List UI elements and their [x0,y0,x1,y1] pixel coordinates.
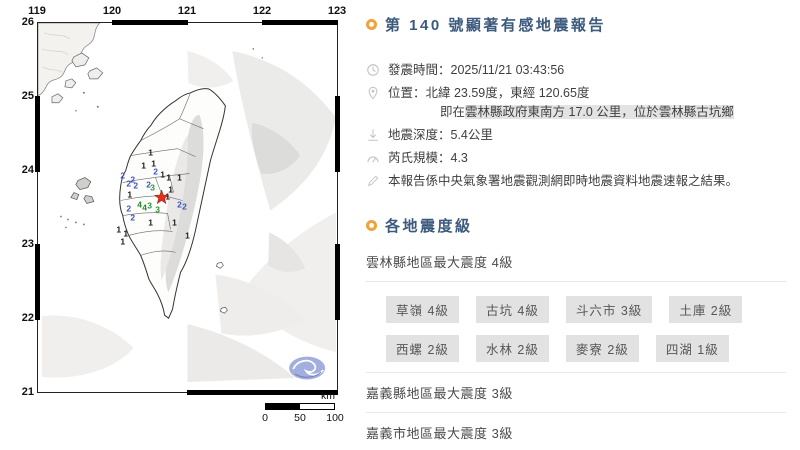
intensity-group-header: 雲林縣地區最大震度 4級 [366,255,513,270]
intensity-marker: 1 [120,236,125,246]
report-detail-row: 本報告係中央氣象署地震觀測網即時地震資料地震速報之結果。 [366,172,786,191]
location-pin-icon [366,86,380,100]
bullet-icon [366,220,377,231]
report-detail-row: 地震深度：5.4公里 [366,126,786,145]
cwa-logo [289,356,326,380]
report-detail-text: 發震時間：2025/11/21 03:43:56 [388,63,565,77]
scale-tick-label: 50 [294,412,306,424]
magnitude-icon [366,151,380,165]
frame-segment [35,244,40,320]
map-panel: 111211122223211144332222111111 km 0 50 1… [0,0,360,450]
scale-tick-label: 100 [326,412,344,424]
report-title: 第 140 號顯著有感地震報告 [385,17,606,34]
y-tick-label: 21 [21,386,34,398]
intensity-group-header: 嘉義市地區最大震度 3級 [366,426,513,441]
report-detail-row: 位置：北緯 23.59度，東經 120.65度 即在雲林縣政府東南方 17.0 公… [366,84,786,122]
x-tick-label: 122 [252,5,272,17]
map-scale-bar: km 0 50 100 [262,390,344,424]
taiwan-intensity-map: 111211122223211144332222111111 [35,20,340,395]
scale-bar-graphic [265,403,335,410]
intensity-marker: 1 [177,173,182,183]
y-tick-label: 22 [21,312,34,324]
intensity-marker: 3 [147,200,152,210]
intensity-marker: 1 [148,148,153,158]
station-intensity-badge: 斗六市 3級 [565,296,653,323]
intensity-marker: 1 [185,230,190,240]
report-detail-row: 芮氏規模：4.3 [366,149,786,168]
station-intensity-badge: 麥寮 2級 [565,335,639,362]
report-detail-text: 位置：北緯 23.59度，東經 120.65度 即在雲林縣政府東南方 17.0 公… [388,86,734,119]
station-intensity-badge: 水林 2級 [475,335,549,362]
scale-tick-label: 0 [262,412,268,424]
report-detail-text: 地震深度：5.4公里 [388,128,493,142]
intensity-groups: 雲林縣地區最大震度 4級草嶺 4級 古坑 4級 斗六市 3級 土庫 2級西螺 2級 水林… [366,242,786,450]
map-canvas: 11 12 1 1 12 22 2 321 114 4 3 3 2 222 1 11 111 [38,23,337,392]
intensity-marker: 2 [153,167,158,177]
frame-segment [112,20,188,25]
station-intensity-badge: 四湖 1級 [655,335,729,362]
frame-segment [335,244,340,320]
intensity-marker: 1 [127,190,132,200]
x-tick-label: 120 [102,5,122,17]
intensity-group-header: 嘉義縣地區最大震度 3級 [366,386,513,401]
intensity-marker: 2 [126,179,131,189]
y-tick-label: 23 [21,238,34,250]
intensity-section-title: 各地震度級 [385,218,473,235]
report-detail-row: 發震時間：2025/11/21 03:43:56 [366,61,786,80]
intensity-marker: 2 [130,212,135,222]
station-intensity-badge: 西螺 2級 [386,335,459,362]
report-details: 發震時間：2025/11/21 03:43:56 位置：北緯 23.59度，東經 … [366,61,786,191]
x-tick-label: 121 [177,5,197,17]
bullet-icon [366,19,377,30]
intensity-marker: 1 [160,170,165,180]
station-intensity-badge: 古坑 4級 [475,296,549,323]
report-detail-text: 芮氏規模：4.3 [388,151,468,165]
x-tick-label: 123 [327,5,347,17]
frame-segment [35,96,40,172]
scale-bar-black-segment [266,404,300,409]
report-panel: 第 140 號顯著有感地震報告 發震時間：2025/11/21 03:43:56… [360,0,800,450]
depth-icon [366,128,380,142]
clock-icon [366,63,380,77]
intensity-marker: 2 [120,171,125,181]
scale-unit-label: km [321,390,335,402]
intensity-marker: 1 [141,161,146,171]
intensity-marker: 2 [133,181,138,191]
intensity-marker: 1 [172,217,177,227]
frame-segment [262,20,338,25]
y-tick-label: 24 [21,164,34,176]
report-title-row: 第 140 號顯著有感地震報告 [366,14,786,35]
intensity-badge-list: 草嶺 4級 古坑 4級 斗六市 3級 土庫 2級西螺 2級 水林 2級 麥寮 2級 四湖 1… [366,282,786,372]
station-intensity-badge: 草嶺 4級 [386,296,459,323]
intensity-marker: 3 [150,183,155,193]
earthquake-report-page: 111211122223211144332222111111 km 0 50 1… [0,0,800,450]
intensity-marker: 1 [148,217,153,227]
station-intensity-badge: 土庫 2級 [669,296,743,323]
location-description-highlight: 雲林縣政府東南方 17.0 公里，位於雲林縣古坑鄉 [465,105,734,119]
intensity-marker: 1 [166,173,171,183]
y-tick-label: 26 [21,16,34,28]
intensity-marker: 3 [155,204,160,214]
pencil-icon [366,174,380,188]
intensity-marker: 2 [182,201,187,211]
intensity-section-title-row: 各地震度級 [366,215,786,236]
frame-segment [335,96,340,172]
intensity-marker: 1 [116,224,121,234]
scale-bar-labels: 0 50 100 [262,410,344,424]
report-detail-text: 本報告係中央氣象署地震觀測網即時地震資料地震速報之結果。 [388,174,739,188]
y-tick-label: 25 [21,90,34,102]
